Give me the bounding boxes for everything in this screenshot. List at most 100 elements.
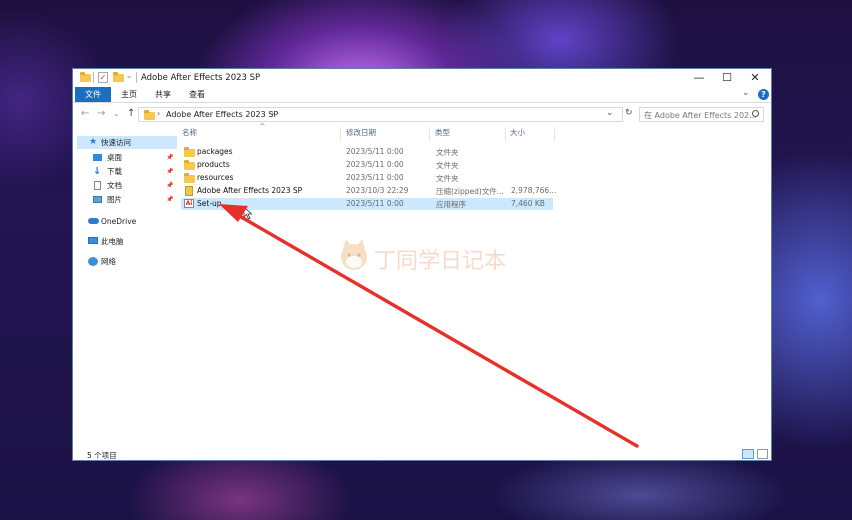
nav-item-onedrive[interactable]: OneDrive (77, 215, 177, 228)
close-button[interactable]: ✕ (741, 69, 769, 87)
file-type: 应用程序 (436, 200, 466, 209)
watermark-text: 丁同学日记本 (374, 249, 507, 274)
tab-file[interactable]: 文件 (75, 87, 111, 102)
folder-icon (184, 173, 195, 183)
search-placeholder: 在 Adobe After Effects 202... (644, 111, 757, 120)
pin-icon[interactable]: 📌 (166, 193, 173, 206)
large-icons-view-icon[interactable] (757, 449, 768, 459)
nav-item-network[interactable]: 网络 (77, 255, 177, 268)
nav-item-label: 图片 (107, 195, 122, 204)
maximize-button[interactable]: ☐ (713, 69, 741, 87)
forward-button[interactable]: → (97, 108, 105, 119)
title-bar: ✓ ₌ Adobe After Effects 2023 SP — ☐ ✕ (73, 69, 771, 87)
nav-item-desktop[interactable]: 桌面 📌 (77, 151, 177, 164)
desktop-icon (93, 154, 102, 161)
nav-item-label: 此电脑 (101, 237, 124, 246)
nav-item-label: 文档 (107, 181, 122, 190)
properties-icon[interactable]: ✓ (98, 72, 108, 83)
column-header-size[interactable]: 大小 (510, 127, 525, 141)
nav-item-quick-access[interactable]: ★ 快速访问 (77, 136, 177, 149)
cloud-icon (88, 218, 99, 224)
nav-item-label: 下载 (107, 167, 122, 176)
help-icon[interactable]: ? (758, 89, 769, 100)
folder-icon (184, 160, 195, 170)
computer-icon (88, 237, 98, 244)
recent-locations-button[interactable]: ⌄ (113, 109, 120, 118)
file-row[interactable]: packages 2023/5/11 0:00 文件夹 (181, 146, 553, 158)
column-divider[interactable] (429, 127, 430, 141)
column-header-type[interactable]: 类型 (435, 127, 450, 141)
column-divider[interactable] (505, 127, 506, 141)
ribbon: 文件 主页 共享 查看 ⌄ ? (73, 87, 771, 103)
breadcrumb-current[interactable]: Adobe After Effects 2023 SP (166, 110, 278, 119)
file-date: 2023/5/11 0:00 (346, 147, 404, 156)
details-view-icon[interactable] (742, 449, 754, 459)
file-name: Set-up (197, 199, 222, 208)
file-size: 7,460 KB (511, 199, 545, 208)
up-button[interactable]: ↑ (127, 108, 135, 119)
pin-icon[interactable]: 📌 (166, 151, 173, 164)
nav-item-documents[interactable]: 文档 📌 (77, 179, 177, 192)
file-row[interactable]: Adobe After Effects 2023 SP 2023/10/3 22… (181, 185, 556, 197)
watermark: 丁同学日记本 (336, 237, 526, 277)
status-item-count: 5 个项目 (87, 451, 117, 460)
file-name: packages (197, 147, 233, 156)
minimize-button[interactable]: — (685, 69, 713, 87)
download-icon: ↓ (93, 166, 102, 177)
file-name: resources (197, 173, 234, 182)
pin-icon[interactable]: 📌 (166, 165, 173, 178)
search-icon[interactable] (752, 110, 759, 117)
zip-icon (185, 186, 193, 196)
ribbon-expand-icon[interactable]: ⌄ (742, 88, 750, 98)
explorer-window: ✓ ₌ Adobe After Effects 2023 SP — ☐ ✕ 文件… (72, 68, 772, 461)
breadcrumb-separator[interactable]: › (157, 109, 160, 118)
column-divider[interactable] (340, 127, 341, 141)
address-bar-row: ← → ⌄ ↑ › Adobe After Effects 2023 SP › … (73, 103, 771, 125)
file-date: 2023/5/11 0:00 (346, 199, 404, 208)
folder-icon (184, 147, 195, 157)
file-row[interactable]: products 2023/5/11 0:00 文件夹 (181, 159, 553, 171)
tab-home[interactable]: 主页 (113, 87, 145, 102)
address-input[interactable]: › Adobe After Effects 2023 SP › ⌄ (138, 107, 623, 122)
refresh-icon[interactable]: ↻ (625, 108, 633, 118)
file-name: Adobe After Effects 2023 SP (197, 186, 303, 195)
breadcrumb-separator[interactable]: › (271, 109, 274, 118)
nav-item-this-pc[interactable]: 此电脑 (77, 235, 177, 248)
column-divider[interactable] (554, 127, 555, 141)
nav-item-downloads[interactable]: ↓ 下载 📌 (77, 165, 177, 178)
file-date: 2023/5/11 0:00 (346, 173, 404, 182)
picture-icon (93, 196, 102, 203)
nav-item-label: OneDrive (101, 217, 137, 226)
column-header-name[interactable]: 名称 (182, 127, 197, 141)
sort-ascending-icon: ^ (259, 122, 266, 131)
search-input[interactable]: 在 Adobe After Effects 202... (639, 107, 764, 122)
navigation-pane: ★ 快速访问 桌面 📌 ↓ 下载 📌 文档 📌 图片 📌 OneDrive 此电… (73, 127, 177, 445)
address-dropdown-icon[interactable]: ⌄ (606, 108, 614, 118)
pin-icon[interactable]: 📌 (166, 179, 173, 192)
divider (93, 72, 94, 83)
back-button[interactable]: ← (81, 108, 89, 119)
file-type: 文件夹 (436, 148, 459, 157)
file-date: 2023/5/11 0:00 (346, 160, 404, 169)
window-title: Adobe After Effects 2023 SP (141, 73, 261, 83)
nav-item-label: 桌面 (107, 153, 122, 162)
tab-view[interactable]: 查看 (181, 87, 213, 102)
app-icon: Ai (184, 199, 194, 208)
tab-share[interactable]: 共享 (147, 87, 179, 102)
file-type: 压缩(zipped)文件... (436, 187, 504, 196)
document-icon (94, 181, 101, 190)
column-header-date[interactable]: 修改日期 (346, 127, 376, 141)
file-date: 2023/10/3 22:29 (346, 186, 409, 195)
nav-item-label: 网络 (101, 257, 116, 266)
file-row[interactable]: resources 2023/5/11 0:00 文件夹 (181, 172, 553, 184)
shiba-dog-logo (341, 239, 367, 270)
file-type: 文件夹 (436, 161, 459, 170)
quick-access-dropdown-icon[interactable]: ₌ (127, 71, 131, 80)
nav-item-pictures[interactable]: 图片 📌 (77, 193, 177, 206)
network-icon (88, 257, 98, 266)
file-name: products (197, 160, 230, 169)
mouse-cursor (243, 206, 253, 220)
nav-item-label: 快速访问 (101, 138, 131, 147)
file-row-selected[interactable]: Ai Set-up 2023/5/11 0:00 应用程序 7,460 KB (181, 198, 553, 210)
file-type: 文件夹 (436, 174, 459, 183)
